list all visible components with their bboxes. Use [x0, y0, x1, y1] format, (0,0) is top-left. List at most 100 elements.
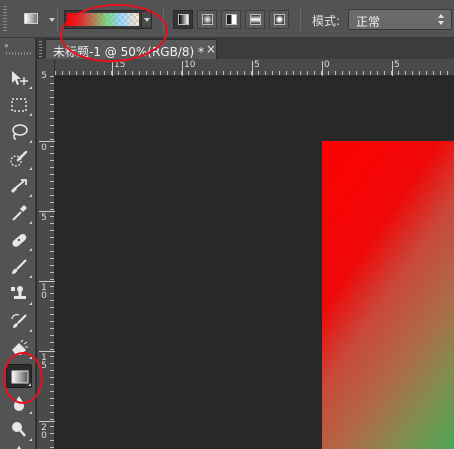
tool-flyout-indicator	[29, 411, 32, 414]
ruler-label: 1 0	[41, 283, 47, 301]
chevron-down-icon	[144, 18, 150, 22]
tab-bar-grip[interactable]	[39, 41, 42, 57]
ruler-major-tick	[39, 281, 55, 282]
mode-label: 模式:	[312, 14, 341, 28]
ruler-major-tick	[322, 61, 323, 76]
tool-flyout-indicator	[29, 356, 32, 359]
quick-selection-icon	[10, 150, 28, 167]
radial-gradient-button[interactable]	[197, 10, 217, 29]
tool-flyout-indicator	[29, 86, 32, 89]
dodge-tool[interactable]	[6, 418, 32, 442]
move-tool[interactable]	[6, 66, 32, 90]
collapse-panel-icon[interactable]: »	[4, 41, 9, 50]
healing-brush-tool[interactable]	[6, 228, 32, 252]
history-brush-icon	[11, 313, 27, 328]
angle-gradient-icon	[226, 14, 237, 25]
tool-flyout-indicator	[29, 248, 32, 251]
gradient-tool[interactable]	[6, 364, 32, 388]
crop-icon	[10, 179, 27, 194]
ruler-label: 10	[184, 60, 196, 70]
ruler-label: 0	[324, 60, 330, 70]
quick-selection-tool[interactable]	[6, 147, 32, 171]
options-bar-grip[interactable]	[3, 6, 7, 32]
separator	[163, 7, 164, 31]
gradient-dropdown-button[interactable]	[141, 12, 151, 27]
lasso-tool[interactable]	[6, 120, 32, 144]
lasso-icon	[12, 124, 28, 140]
ruler-label: 1 5	[41, 353, 47, 371]
document-tab-title: 未标题-1 @ 50%(RGB/8) *	[53, 45, 204, 59]
separator	[57, 7, 58, 31]
tool-flyout-indicator	[29, 140, 32, 143]
gradient-tool-preset-icon	[24, 13, 38, 24]
ruler-label: 5	[41, 213, 47, 223]
document-tab[interactable]: 未标题-1 @ 50%(RGB/8) * ×	[45, 39, 217, 59]
ruler-label: 2 0	[41, 423, 47, 441]
crop-tool[interactable]	[6, 174, 32, 198]
separator	[300, 7, 301, 31]
tool-flyout-indicator	[29, 113, 32, 116]
horizontal-ruler[interactable]: 15 10 5 0 5	[55, 59, 454, 76]
ruler-major-tick	[112, 61, 113, 76]
clone-stamp-icon	[11, 286, 26, 299]
ruler-label: 5	[394, 60, 400, 70]
gradient-tool-icon	[11, 370, 29, 384]
tool-preset-picker[interactable]	[18, 8, 44, 30]
close-icon[interactable]: ×	[206, 42, 216, 56]
healing-brush-icon	[12, 233, 27, 247]
pen-icon	[16, 446, 22, 449]
dodge-icon	[12, 422, 26, 437]
clone-stamp-tool[interactable]	[6, 282, 32, 306]
angle-gradient-button[interactable]	[221, 10, 241, 29]
radial-gradient-icon	[202, 14, 213, 25]
brush-icon	[12, 259, 27, 274]
gradient-picker[interactable]	[64, 10, 152, 29]
document-tab-bar: 未标题-1 @ 50%(RGB/8) * ×	[37, 38, 454, 59]
rectangular-marquee-icon	[11, 98, 27, 112]
ruler-major-tick	[39, 421, 55, 422]
ruler-major-tick	[182, 61, 183, 76]
gradient-preview-swatch[interactable]	[67, 13, 139, 26]
tool-flyout-indicator	[28, 383, 31, 386]
reflected-gradient-button[interactable]	[245, 10, 265, 29]
diamond-gradient-button[interactable]	[269, 10, 289, 29]
up-down-arrows-icon	[438, 14, 446, 26]
eyedropper-icon	[12, 205, 27, 221]
ruler-label: 15	[114, 60, 126, 70]
ruler-major-tick	[392, 61, 393, 76]
blend-mode-value: 正常	[356, 15, 381, 29]
tools-panel-grip[interactable]	[6, 52, 32, 55]
brush-tool[interactable]	[6, 255, 32, 279]
chevron-down-icon[interactable]	[49, 18, 55, 22]
eraser-icon	[12, 339, 28, 355]
ruler-major-tick	[39, 351, 55, 352]
eyedropper-tool[interactable]	[6, 201, 32, 225]
rectangular-marquee-tool[interactable]	[6, 93, 32, 117]
eraser-tool[interactable]	[6, 336, 32, 360]
ruler-major-tick	[39, 141, 55, 142]
linear-gradient-button[interactable]	[173, 10, 193, 29]
pen-tool[interactable]	[6, 442, 32, 449]
tool-flyout-indicator	[29, 275, 32, 278]
document-canvas[interactable]	[322, 141, 454, 449]
blur-drop-icon	[14, 396, 24, 411]
vertical-ruler[interactable]: 5 0 5 1 0 1 5 2 0	[37, 59, 55, 449]
ruler-major-tick	[252, 61, 253, 76]
tools-panel: »	[0, 38, 36, 449]
ruler-ticks	[55, 71, 454, 75]
tool-flyout-indicator	[29, 438, 32, 441]
ruler-major-tick	[39, 211, 55, 212]
blend-mode-select[interactable]: 正常	[348, 9, 452, 30]
linear-gradient-icon	[178, 14, 189, 25]
blur-tool[interactable]	[6, 391, 32, 415]
history-brush-tool[interactable]	[6, 309, 32, 333]
ruler-label: 0	[41, 143, 47, 153]
tool-flyout-indicator	[29, 167, 32, 170]
ruler-label: 5	[41, 71, 47, 81]
tool-flyout-indicator	[29, 221, 32, 224]
tool-flyout-indicator	[29, 194, 32, 197]
move-tool-icon	[12, 71, 28, 85]
tool-flyout-indicator	[29, 329, 32, 332]
ruler-label: 5	[254, 60, 260, 70]
diamond-gradient-icon	[274, 14, 285, 25]
